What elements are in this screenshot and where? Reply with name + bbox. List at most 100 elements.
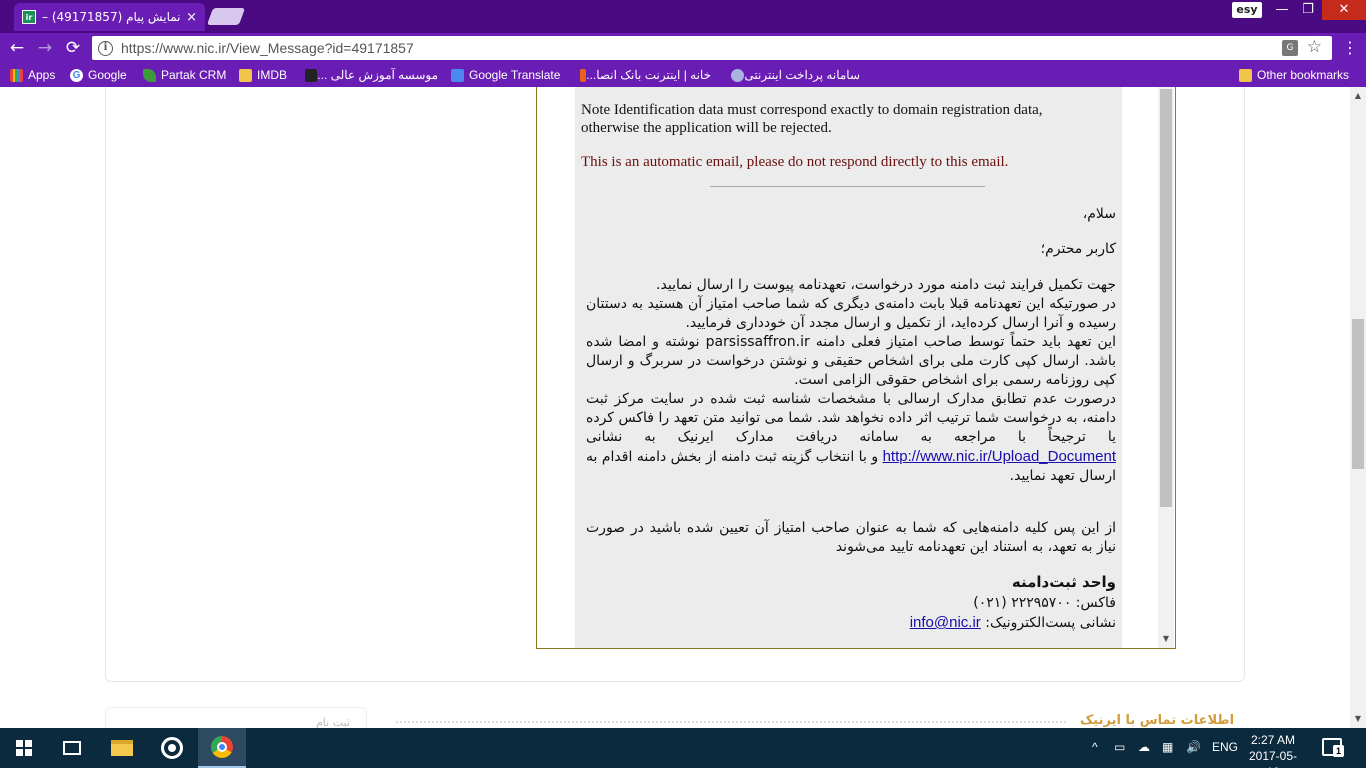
chrome-icon [211, 736, 233, 758]
message-frame: Note Identification data must correspond… [536, 87, 1176, 649]
divider [710, 186, 985, 187]
bookmark-label: Google [88, 68, 127, 82]
nic-favicon-icon: ir [22, 10, 36, 24]
bookmark-other[interactable]: Other bookmarks [1239, 67, 1349, 83]
task-view-button[interactable] [48, 728, 96, 768]
browser-menu-icon[interactable]: ⋮ [1342, 37, 1358, 59]
url-text[interactable]: https://www.nic.ir/View_Message?id=49171… [121, 40, 414, 56]
scroll-thumb[interactable] [1160, 89, 1172, 507]
page-scroll-thumb[interactable] [1352, 319, 1364, 469]
tab-close-icon[interactable]: × [186, 10, 197, 25]
auto-email-notice: This is an automatic email, please do no… [581, 154, 1009, 170]
browser-toolbar: ← → ⟳ i https://www.nic.ir/View_Message?… [0, 33, 1366, 63]
minimize-button[interactable]: — [1268, 0, 1296, 20]
payment-icon [731, 68, 745, 82]
bookmark-label: موسسه آموزش عالی ... [317, 68, 438, 82]
chrome-taskbar-button[interactable] [198, 728, 246, 768]
para4: از این پس کلیه دامنه‌هایی که شما به عنوا… [586, 520, 1116, 555]
leaf-icon [143, 68, 156, 82]
page-scrollbar[interactable]: ▲ ▼ [1350, 87, 1366, 728]
page-content: Note Identification data must correspond… [0, 87, 1350, 728]
maximize-button[interactable]: ❐ [1294, 0, 1322, 20]
time: 2:27 AM [1250, 733, 1296, 747]
scroll-down-arrow-icon[interactable]: ▼ [1350, 712, 1366, 726]
message-body: Note Identification data must correspond… [575, 87, 1122, 648]
reload-button[interactable]: ⟳ [62, 37, 84, 59]
tab-title: نمایش پیام (49171857) – [42, 10, 181, 24]
profile-button[interactable]: esy [1232, 2, 1262, 18]
groove-music-button[interactable] [148, 728, 196, 768]
bookmark-star-icon[interactable]: ☆ [1307, 37, 1322, 57]
lower-card-label: ثبت نام [316, 716, 350, 728]
bookmark-bank[interactable]: خانه | اینترنت بانک انصا... [575, 67, 711, 83]
folder-icon [239, 68, 252, 82]
email-line: نشانی پست‌الکترونیک: info@nic.ir [586, 613, 1116, 633]
email-label: نشانی پست‌الکترونیک: [980, 615, 1116, 631]
bookmark-label: Other bookmarks [1257, 68, 1350, 82]
groove-icon [161, 737, 183, 759]
note-text: Note Identification data must correspond… [581, 102, 1043, 136]
folder-icon [111, 740, 133, 756]
volume-icon[interactable]: 🔊 [1186, 740, 1201, 754]
task-view-icon [63, 741, 81, 755]
clock[interactable]: 2:27 AM 2017-05-18 [1244, 732, 1302, 768]
close-window-button[interactable]: ✕ [1322, 0, 1366, 20]
forward-button[interactable]: → [34, 37, 56, 59]
network-icon[interactable]: ▦ [1162, 740, 1173, 754]
para3: درصورت عدم تطابق مدارک ارسالی با مشخصات … [586, 390, 1116, 486]
dear-user: کاربر محترم؛ [1040, 241, 1116, 257]
para3-text: درصورت عدم تطابق مدارک ارسالی با مشخصات … [586, 391, 1116, 445]
folder-icon [1239, 68, 1252, 82]
bookmark-institute[interactable]: موسسه آموزش عالی ... [300, 67, 438, 83]
windows-logo-icon [16, 740, 32, 756]
bookmark-label: Partak CRM [161, 68, 227, 82]
translate-icon[interactable]: G [1282, 40, 1298, 56]
lower-card: ثبت نام [105, 707, 367, 728]
greeting: سلام، [1082, 206, 1116, 222]
dotted-divider [396, 721, 1066, 723]
title-bar: ir نمایش پیام (49171857) – × esy — ❐ ✕ [0, 0, 1366, 33]
bookmark-google[interactable]: G Google [70, 67, 127, 83]
google-translate-icon [451, 68, 464, 82]
new-tab-button[interactable] [206, 8, 246, 25]
bookmark-label: Apps [28, 68, 56, 82]
message-scrollbar[interactable]: ▼ [1122, 87, 1175, 648]
signature-title: واحد ثبت‌دامنه [1011, 573, 1116, 591]
para1: جهت تکمیل فرایند ثبت دامنه مورد درخواست،… [656, 277, 1116, 293]
windows-taskbar: ^ ▭ ☁ ▦ 🔊 ENG 2:27 AM 2017-05-18 1 [0, 728, 1366, 768]
scroll-up-arrow-icon[interactable]: ▲ [1350, 89, 1366, 103]
contact-heading: اطلاعات تماس با ایرنیک [1080, 713, 1235, 728]
bookmark-label: خانه | اینترنت بانک انصا... [586, 68, 711, 82]
apps-grid-icon [10, 68, 23, 82]
back-button[interactable]: ← [6, 37, 28, 59]
upload-document-link[interactable]: http://www.nic.ir/Upload_Document [883, 448, 1116, 465]
bookmark-google-translate[interactable]: Google Translate [451, 67, 560, 83]
site-info-icon[interactable]: i [98, 40, 113, 56]
language-indicator[interactable]: ENG [1212, 740, 1238, 754]
onedrive-cloud-icon[interactable]: ☁ [1138, 740, 1150, 754]
bookmark-label: Google Translate [469, 68, 561, 82]
notification-count: 1 [1333, 745, 1344, 757]
bookmark-imdb[interactable]: IMDB [239, 67, 287, 83]
bank-icon [580, 68, 587, 82]
bookmark-payment[interactable]: سامانه پرداخت اینترنتی [723, 67, 860, 83]
para2: این تعهد باید حتماً توسط صاحب امتیاز فعل… [586, 334, 1116, 388]
email-link[interactable]: info@nic.ir [910, 614, 981, 631]
address-bar[interactable]: i https://www.nic.ir/View_Message?id=491… [92, 36, 1332, 60]
scroll-down-arrow-icon[interactable]: ▼ [1158, 632, 1174, 646]
para1b: در صورتیکه این تعهدنامه قبلا بابت دامنه‌… [586, 296, 1116, 331]
signature-icon [305, 68, 318, 82]
instructions: جهت تکمیل فرایند ثبت دامنه مورد درخواست،… [586, 276, 1116, 486]
bookmark-label: IMDB [257, 68, 287, 82]
date: 2017-05-18 [1248, 749, 1298, 768]
battery-icon[interactable]: ▭ [1114, 740, 1125, 754]
file-explorer-button[interactable] [98, 728, 146, 768]
bookmark-label: سامانه پرداخت اینترنتی [744, 68, 860, 82]
fax-number: فاکس: ۲۲۲۹۵۷۰۰ (۰۲۱) [973, 595, 1116, 611]
start-button[interactable] [0, 728, 48, 768]
bookmark-partak[interactable]: Partak CRM [143, 67, 226, 83]
google-icon: G [70, 68, 83, 82]
browser-tab[interactable]: ir نمایش پیام (49171857) – × [14, 3, 205, 31]
bookmark-apps[interactable]: Apps [10, 67, 55, 83]
tray-chevron-icon[interactable]: ^ [1092, 740, 1098, 754]
